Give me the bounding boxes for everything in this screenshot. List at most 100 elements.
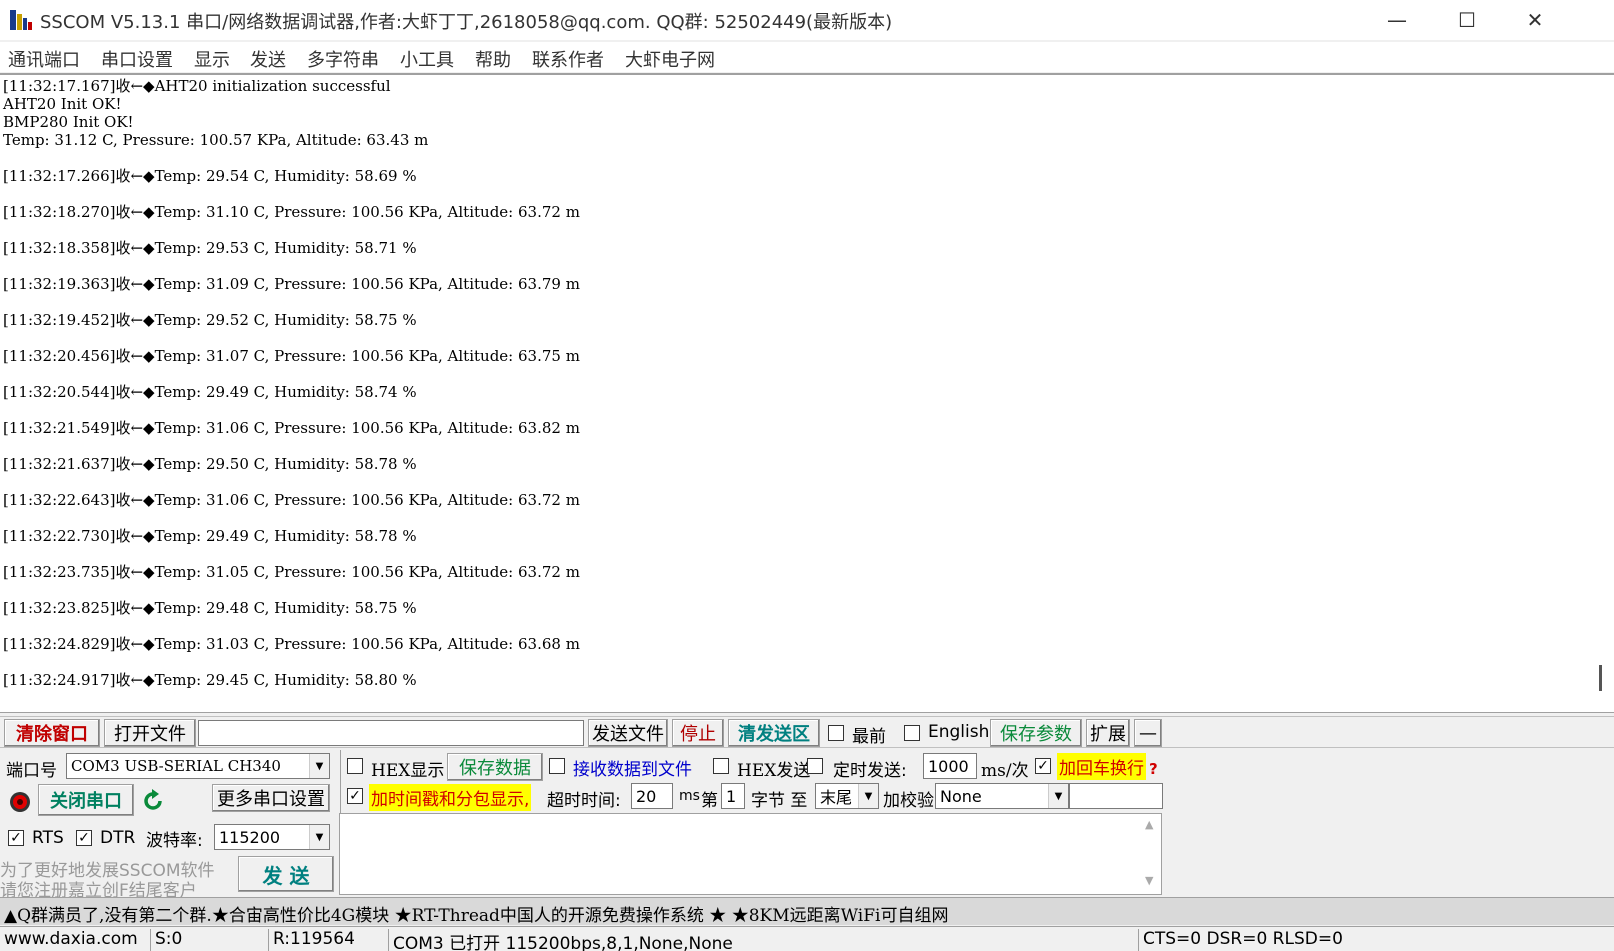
checksum-label: 加校验 [883, 791, 934, 811]
menu-multi-string[interactable]: 多字符串 [307, 46, 379, 72]
receive-line: [11:32:17.266]收←◆Temp: 29.54 C, Humidity… [3, 167, 417, 185]
more-serial-settings-button[interactable]: 更多串口设置 [212, 784, 330, 812]
receive-line [3, 257, 580, 275]
receive-line: AHT20 Init OK! [3, 95, 122, 113]
window-title: SSCOM V5.13.1 串口/网络数据调试器,作者:大虾丁丁,2618058… [40, 12, 893, 33]
send-file-button[interactable]: 发送文件 [588, 719, 668, 747]
scroll-up-icon[interactable]: ▲ [1145, 818, 1153, 831]
hex-send-label: HEX发送 [737, 761, 811, 781]
dtr-checkbox[interactable]: ✓ [76, 830, 92, 846]
news-ticker: ▲Q群满员了,没有第二个群.★合宙高性价比4G模块 ★RT-Thread中国人的… [0, 897, 1614, 926]
port-select[interactable]: COM3 USB-SERIAL CH340 ▼ [66, 753, 330, 779]
scroll-down-icon[interactable]: ▼ [1145, 874, 1153, 887]
receive-line [3, 653, 580, 671]
menu-comm-port[interactable]: 通讯端口 [8, 46, 80, 72]
add-crlf-checkbox[interactable]: ✓ [1035, 758, 1051, 774]
maximize-button[interactable]: ☐ [1432, 0, 1502, 40]
clear-send-button[interactable]: 清发送区 [728, 719, 820, 747]
send-button[interactable]: 发 送 [238, 856, 334, 892]
chevron-down-icon: ▼ [309, 754, 329, 778]
byte-index-input[interactable]: 1 [721, 783, 745, 809]
menu-send[interactable]: 发送 [250, 46, 286, 72]
add-crlf-label: 加回车换行 [1057, 753, 1146, 780]
receive-line: [11:32:21.549]收←◆Temp: 31.06 C, Pressure… [3, 419, 580, 437]
menu-tools[interactable]: 小工具 [400, 46, 454, 72]
hex-display-checkbox[interactable] [347, 758, 363, 774]
minimize-button[interactable]: — [1362, 0, 1432, 40]
save-params-button[interactable]: 保存参数 [990, 719, 1082, 747]
port-status-led-icon [10, 792, 30, 812]
timeout-unit-label: ms [679, 788, 700, 804]
close-port-button[interactable]: 关闭串口 [38, 784, 134, 816]
send-toolbar: 清除窗口 打开文件 发送文件 停止 清发送区 最前 English 保存参数 扩… [0, 716, 1614, 748]
checksum-result-field [1069, 783, 1163, 809]
help-icon[interactable]: ? [1149, 760, 1158, 778]
send-text-area[interactable]: ▲ ▼ [339, 813, 1162, 895]
rts-label: RTS [32, 828, 64, 848]
recv-to-file-checkbox[interactable] [549, 758, 565, 774]
english-label: English [928, 722, 990, 742]
baud-label: 波特率: [146, 831, 203, 851]
menu-help[interactable]: 帮助 [475, 46, 511, 72]
receive-line: [11:32:19.452]收←◆Temp: 29.52 C, Humidity… [3, 311, 417, 329]
checksum-select[interactable]: None ▼ [935, 783, 1069, 809]
receive-line: [11:32:19.363]收←◆Temp: 31.09 C, Pressure… [3, 275, 580, 293]
news-ticker-text[interactable]: ▲Q群满员了,没有第二个群.★合宙高性价比4G模块 ★RT-Thread中国人的… [4, 901, 948, 926]
recv-to-file-label[interactable]: 接收数据到文件 [573, 755, 692, 780]
receive-line [3, 365, 580, 383]
status-website[interactable]: www.daxia.com [0, 929, 138, 951]
receive-line: [11:32:23.735]收←◆Temp: 31.05 C, Pressure… [3, 563, 580, 581]
hex-send-checkbox[interactable] [713, 758, 729, 774]
send-scrollbar[interactable]: ▲ ▼ [1141, 814, 1161, 894]
receive-line: Temp: 31.12 C, Pressure: 100.57 KPa, Alt… [3, 131, 429, 149]
receive-line: [11:32:17.167]收←◆AHT20 initialization su… [3, 77, 391, 95]
control-panel: 端口号 COM3 USB-SERIAL CH340 ▼ 关闭串口 更多串口设置 … [0, 750, 1614, 901]
receive-line: [11:32:20.456]收←◆Temp: 31.07 C, Pressure… [3, 347, 580, 365]
receive-line [3, 437, 580, 455]
menu-contact-author[interactable]: 联系作者 [532, 46, 604, 72]
byte-end-value: 末尾 [820, 788, 853, 807]
close-button[interactable]: ✕ [1500, 0, 1570, 40]
save-data-button[interactable]: 保存数据 [447, 753, 543, 781]
rts-checkbox[interactable]: ✓ [8, 830, 24, 846]
add-timestamp-label: 加时间戳和分包显示, [369, 784, 532, 811]
receive-text: [11:32:17.167]收←◆AHT20 initialization su… [3, 77, 580, 689]
topmost-checkbox[interactable] [828, 725, 844, 741]
receive-scrollbar[interactable] [1599, 665, 1602, 691]
receive-line: [11:32:18.270]收←◆Temp: 31.10 C, Pressure… [3, 203, 580, 221]
receive-line [3, 149, 580, 167]
port-label: 端口号 [6, 761, 57, 781]
menu-daxia-site[interactable]: 大虾电子网 [625, 46, 715, 72]
chevron-down-icon: ▼ [309, 825, 329, 849]
refresh-icon[interactable] [140, 788, 166, 814]
receive-line: [11:32:22.643]收←◆Temp: 31.06 C, Pressure… [3, 491, 580, 509]
status-bar: www.daxia.com S:0 R:119564 COM3 已打开 1152… [0, 926, 1614, 951]
menu-serial-settings[interactable]: 串口设置 [101, 46, 173, 72]
add-timestamp-checkbox[interactable]: ✓ [347, 788, 363, 804]
interval-input[interactable]: 1000 [923, 753, 977, 779]
receive-line: [11:32:18.358]收←◆Temp: 29.53 C, Humidity… [3, 239, 417, 257]
timed-send-checkbox[interactable] [807, 758, 823, 774]
checksum-value: None [940, 786, 982, 806]
title-bar: SSCOM V5.13.1 串口/网络数据调试器,作者:大虾丁丁,2618058… [0, 0, 1614, 40]
dtr-label: DTR [100, 828, 136, 848]
receive-line [3, 473, 580, 491]
english-checkbox[interactable] [904, 725, 920, 741]
timeout-input[interactable]: 20 [631, 783, 673, 809]
menu-display[interactable]: 显示 [194, 46, 230, 72]
receive-line [3, 329, 580, 347]
status-sent-count: S:0 [150, 929, 182, 951]
expand-button[interactable]: 扩展 [1086, 719, 1130, 747]
open-file-button[interactable]: 打开文件 [104, 719, 196, 747]
receive-line [3, 509, 580, 527]
receive-line [3, 617, 580, 635]
stop-button[interactable]: 停止 [672, 719, 724, 747]
file-path-input[interactable] [198, 720, 584, 746]
byte-end-select[interactable]: 末尾 ▼ [815, 783, 879, 809]
baud-select[interactable]: 115200 ▼ [214, 824, 330, 850]
receive-area[interactable]: [11:32:17.167]收←◆AHT20 initialization su… [0, 73, 1614, 713]
clear-window-button[interactable]: 清除窗口 [4, 719, 100, 747]
topmost-label: 最前 [852, 727, 886, 747]
collapse-button[interactable]: — [1134, 719, 1162, 747]
receive-line: [11:32:23.825]收←◆Temp: 29.48 C, Humidity… [3, 599, 417, 617]
